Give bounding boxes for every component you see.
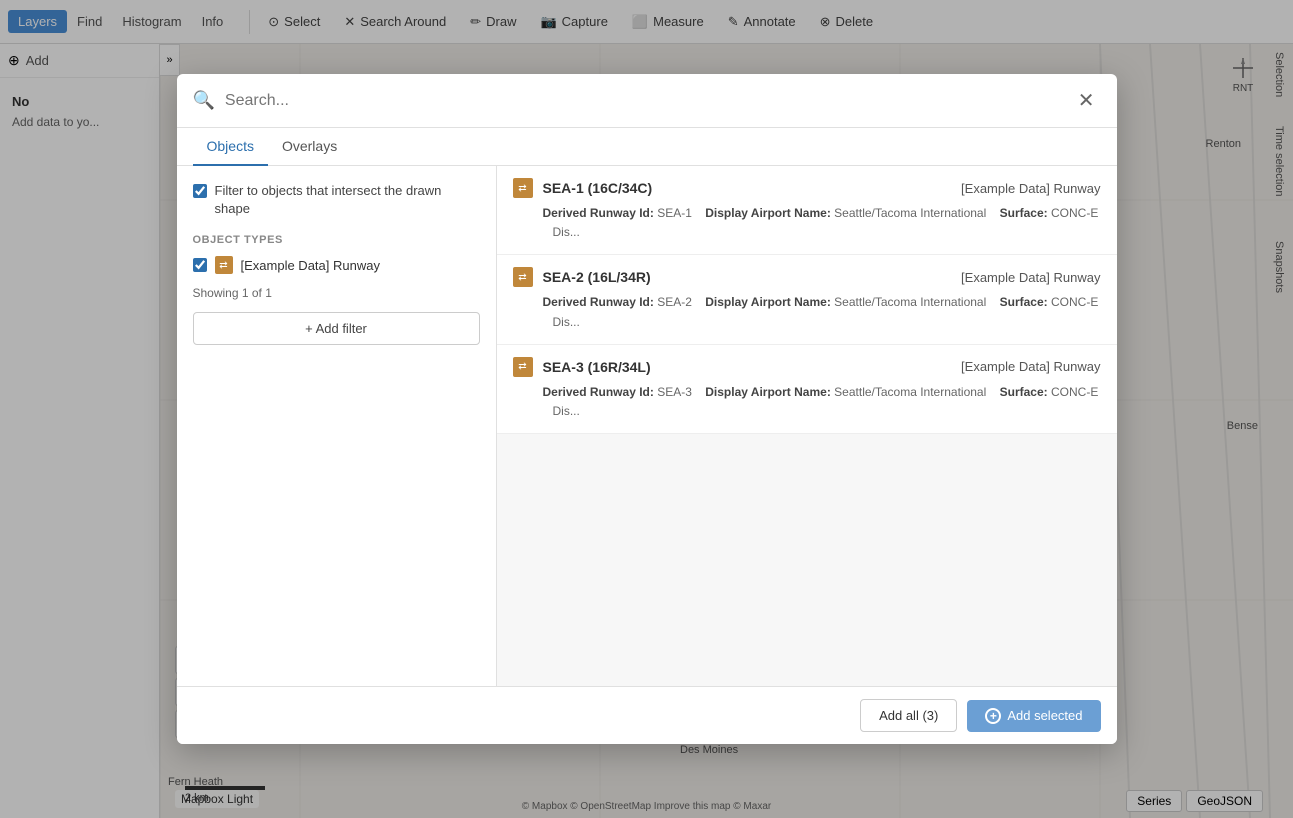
object-types-section-title: OBJECT TYPES [193,234,480,246]
result-title-sea3: SEA-3 (16R/34L) [543,359,952,375]
meta-val-airport-1: Seattle/Tacoma International [834,206,986,220]
result-item-sea3[interactable]: ⇄ SEA-3 (16R/34L) [Example Data] Runway … [497,345,1117,434]
meta-key-runway-id-2: Derived Runway Id: [543,295,654,309]
object-type-label-runway: [Example Data] Runway [241,258,380,273]
meta-key-runway-id-1: Derived Runway Id: [543,206,654,220]
modal-footer: Add all (3) + Add selected [177,686,1117,744]
modal-search-header: 🔍 ✕ [177,74,1117,128]
meta-val-runway-id-2: SEA-2 [657,295,692,309]
filter-panel: Filter to objects that intersect the dra… [177,166,497,686]
modal-body: Filter to objects that intersect the dra… [177,166,1117,686]
search-modal: 🔍 ✕ Objects Overlays Filter to objects t… [177,74,1117,744]
meta-val-runway-id-3: SEA-3 [657,385,692,399]
meta-key-surface-1: Surface: [1000,206,1048,220]
object-type-row-runway: ⇄ [Example Data] Runway [193,256,480,274]
result-type-sea2: [Example Data] Runway [961,270,1100,285]
result-item-header-sea1: ⇄ SEA-1 (16C/34C) [Example Data] Runway [513,178,1101,198]
result-item-header-sea2: ⇄ SEA-2 (16L/34R) [Example Data] Runway [513,267,1101,287]
intersect-filter-label: Filter to objects that intersect the dra… [215,182,480,218]
result-item-header-sea3: ⇄ SEA-3 (16R/34L) [Example Data] Runway [513,357,1101,377]
showing-count: Showing 1 of 1 [193,286,480,300]
meta-val-surface-1: CONC-E [1051,206,1098,220]
tab-overlays[interactable]: Overlays [268,128,351,166]
runway-type-icon: ⇄ [215,256,233,274]
search-input[interactable] [225,92,1062,110]
meta-key-airport-2: Display Airport Name: [705,295,831,309]
results-panel: ⇄ SEA-1 (16C/34C) [Example Data] Runway … [497,166,1117,686]
meta-more-1: Dis... [553,225,580,239]
add-filter-button[interactable]: + Add filter [193,312,480,345]
meta-val-runway-id-1: SEA-1 [657,206,692,220]
result-item-sea1[interactable]: ⇄ SEA-1 (16C/34C) [Example Data] Runway … [497,166,1117,255]
intersect-filter-row: Filter to objects that intersect the dra… [193,182,480,218]
meta-key-surface-2: Surface: [1000,295,1048,309]
result-item-sea2[interactable]: ⇄ SEA-2 (16L/34R) [Example Data] Runway … [497,255,1117,344]
meta-more-3: Dis... [553,404,580,418]
add-all-button[interactable]: Add all (3) [860,699,957,732]
modal-overlay: 🔍 ✕ Objects Overlays Filter to objects t… [0,0,1293,818]
meta-val-airport-3: Seattle/Tacoma International [834,385,986,399]
result-icon-sea3: ⇄ [513,357,533,377]
meta-key-airport-3: Display Airport Name: [705,385,831,399]
result-title-sea1: SEA-1 (16C/34C) [543,180,952,196]
intersect-filter-checkbox[interactable] [193,184,207,198]
result-meta-sea3: Derived Runway Id: SEA-3 Display Airport… [513,383,1101,421]
add-selected-label: Add selected [1007,708,1082,723]
search-icon: 🔍 [193,90,215,111]
add-selected-plus-icon: + [985,708,1001,724]
result-icon-sea1: ⇄ [513,178,533,198]
result-icon-sea2: ⇄ [513,267,533,287]
result-type-sea3: [Example Data] Runway [961,359,1100,374]
tab-objects[interactable]: Objects [193,128,268,166]
meta-key-airport-1: Display Airport Name: [705,206,831,220]
result-meta-sea2: Derived Runway Id: SEA-2 Display Airport… [513,293,1101,331]
close-button[interactable]: ✕ [1072,86,1101,115]
modal-tabs: Objects Overlays [177,128,1117,166]
object-type-checkbox-runway[interactable] [193,258,207,272]
meta-key-runway-id-3: Derived Runway Id: [543,385,654,399]
meta-more-2: Dis... [553,315,580,329]
result-meta-sea1: Derived Runway Id: SEA-1 Display Airport… [513,204,1101,242]
add-selected-button[interactable]: + Add selected [967,700,1100,732]
meta-val-airport-2: Seattle/Tacoma International [834,295,986,309]
result-title-sea2: SEA-2 (16L/34R) [543,269,952,285]
meta-val-surface-3: CONC-E [1051,385,1098,399]
result-type-sea1: [Example Data] Runway [961,181,1100,196]
meta-key-surface-3: Surface: [1000,385,1048,399]
meta-val-surface-2: CONC-E [1051,295,1098,309]
